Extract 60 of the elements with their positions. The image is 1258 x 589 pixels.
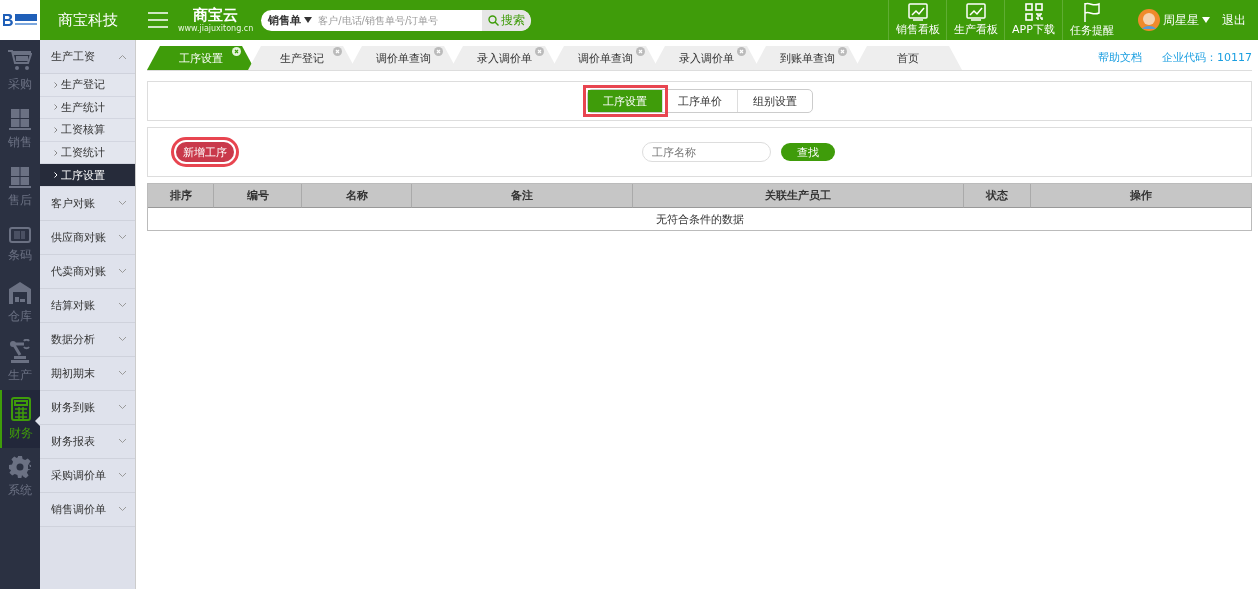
search-type-dropdown[interactable]: 销售单 [261,12,319,28]
rail-item[interactable]: 财务 [0,390,40,448]
company-code: 企业代码：10117 [1162,50,1252,65]
logo-url: www.jiajuxitong.cn [178,24,254,33]
column-header: 排序 [148,184,214,208]
close-icon[interactable] [333,47,342,56]
warehouse-icon [9,281,31,304]
close-icon[interactable] [737,47,746,56]
column-header: 操作 [1031,184,1251,208]
column-header: 编号 [214,184,302,208]
caret-icon [1202,17,1210,23]
caret-icon [304,17,313,23]
chevron-icon [54,149,58,156]
column-header: 关联生产员工 [633,184,964,208]
empty-message: 无符合条件的数据 [654,211,745,228]
logo-text: 商宝云 [193,7,239,24]
toolbar-button[interactable]: 任务提醒 [1062,0,1120,40]
sidebar-item[interactable]: 生产统计 [40,96,135,120]
menu-icon[interactable] [148,12,168,28]
boxes-icon [9,107,31,130]
search-icon [488,14,500,26]
sidebar-item[interactable]: 工资核算 [40,119,135,142]
chevron-icon [54,104,58,111]
avatar-icon [1138,9,1160,31]
sidebar-item[interactable]: 工资统计 [40,141,135,165]
toolbar-button[interactable]: 生产看板 [946,0,1004,40]
close-icon[interactable] [636,47,645,56]
column-header: 备注 [412,184,633,208]
logout-link[interactable]: 退出 [1222,11,1246,29]
chart-icon [965,3,986,21]
brand-name: 商宝科技 [57,10,119,30]
robot-arm-icon [8,338,32,363]
flag-icon [1082,2,1101,22]
cart-icon [8,49,32,72]
column-header: 状态 [964,184,1031,208]
chevron-icon [54,81,58,88]
toolbar-button[interactable]: 销售看板 [888,0,946,40]
segment-tab[interactable]: 组别设置 [737,90,812,112]
toolbar-button[interactable]: APP下载 [1004,0,1062,40]
segment-tab[interactable]: 工序单价 [662,90,738,112]
qr-code-icon [1024,3,1043,21]
find-button[interactable]: 查找 [781,143,835,161]
sidebar-item[interactable]: 工序设置 [40,164,135,187]
close-icon[interactable] [232,47,241,56]
search-field[interactable]: 工序名称 [642,142,771,162]
calculator-icon [11,396,31,421]
user-menu[interactable]: 周星星 [1138,9,1210,31]
chevron-icon [54,127,58,133]
column-header: 名称 [302,184,412,208]
boxes-icon [9,165,31,188]
logo-icon [2,13,38,27]
chevron-icon [54,172,58,179]
sidebar-item[interactable]: 生产登记 [40,74,135,97]
settings-icon [9,455,31,478]
close-icon[interactable] [434,47,443,56]
search-bar[interactable]: 销售单 客户/电话/销售单号/订单号 搜索 [261,9,532,31]
chart-icon [907,3,928,21]
close-icon[interactable] [535,47,544,56]
barcode-icon [9,226,31,243]
close-icon[interactable] [838,47,847,56]
